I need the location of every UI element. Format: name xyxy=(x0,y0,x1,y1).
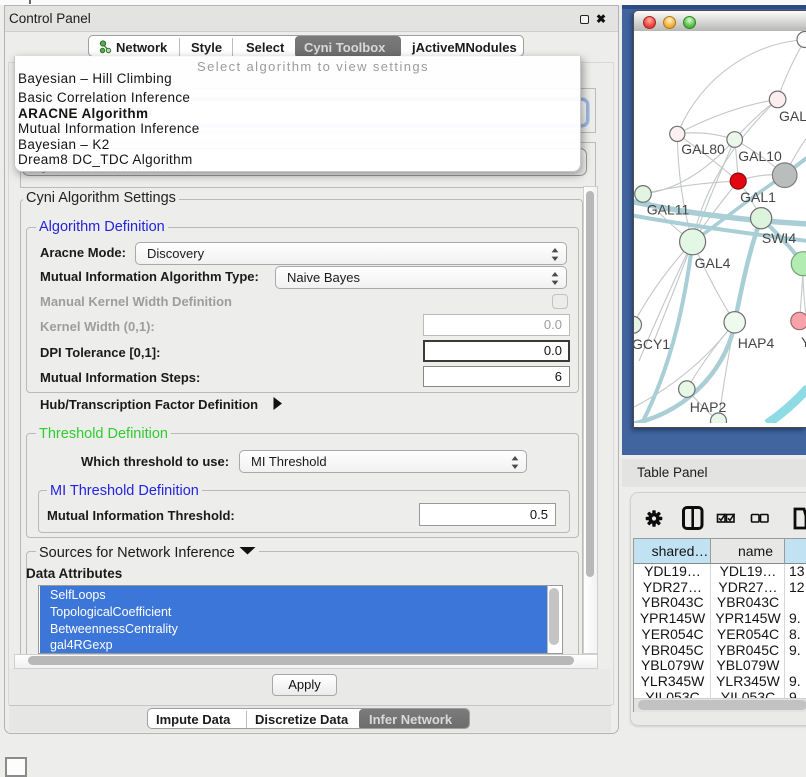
svg-text:SWI4: SWI4 xyxy=(762,230,796,246)
svg-text:GAL4: GAL4 xyxy=(695,255,731,271)
svg-text:HAP4: HAP4 xyxy=(738,335,775,351)
svg-text:GAL7: GAL7 xyxy=(779,108,806,124)
svg-text:GCY1: GCY1 xyxy=(634,336,670,352)
svg-text:GAL1: GAL1 xyxy=(740,189,776,205)
svg-text:GAL11: GAL11 xyxy=(647,202,690,218)
svg-text:GAL80: GAL80 xyxy=(681,141,725,157)
svg-text:HAP2: HAP2 xyxy=(690,399,727,415)
svg-text:Y: Y xyxy=(801,334,806,350)
svg-text:GAL10: GAL10 xyxy=(738,148,782,164)
